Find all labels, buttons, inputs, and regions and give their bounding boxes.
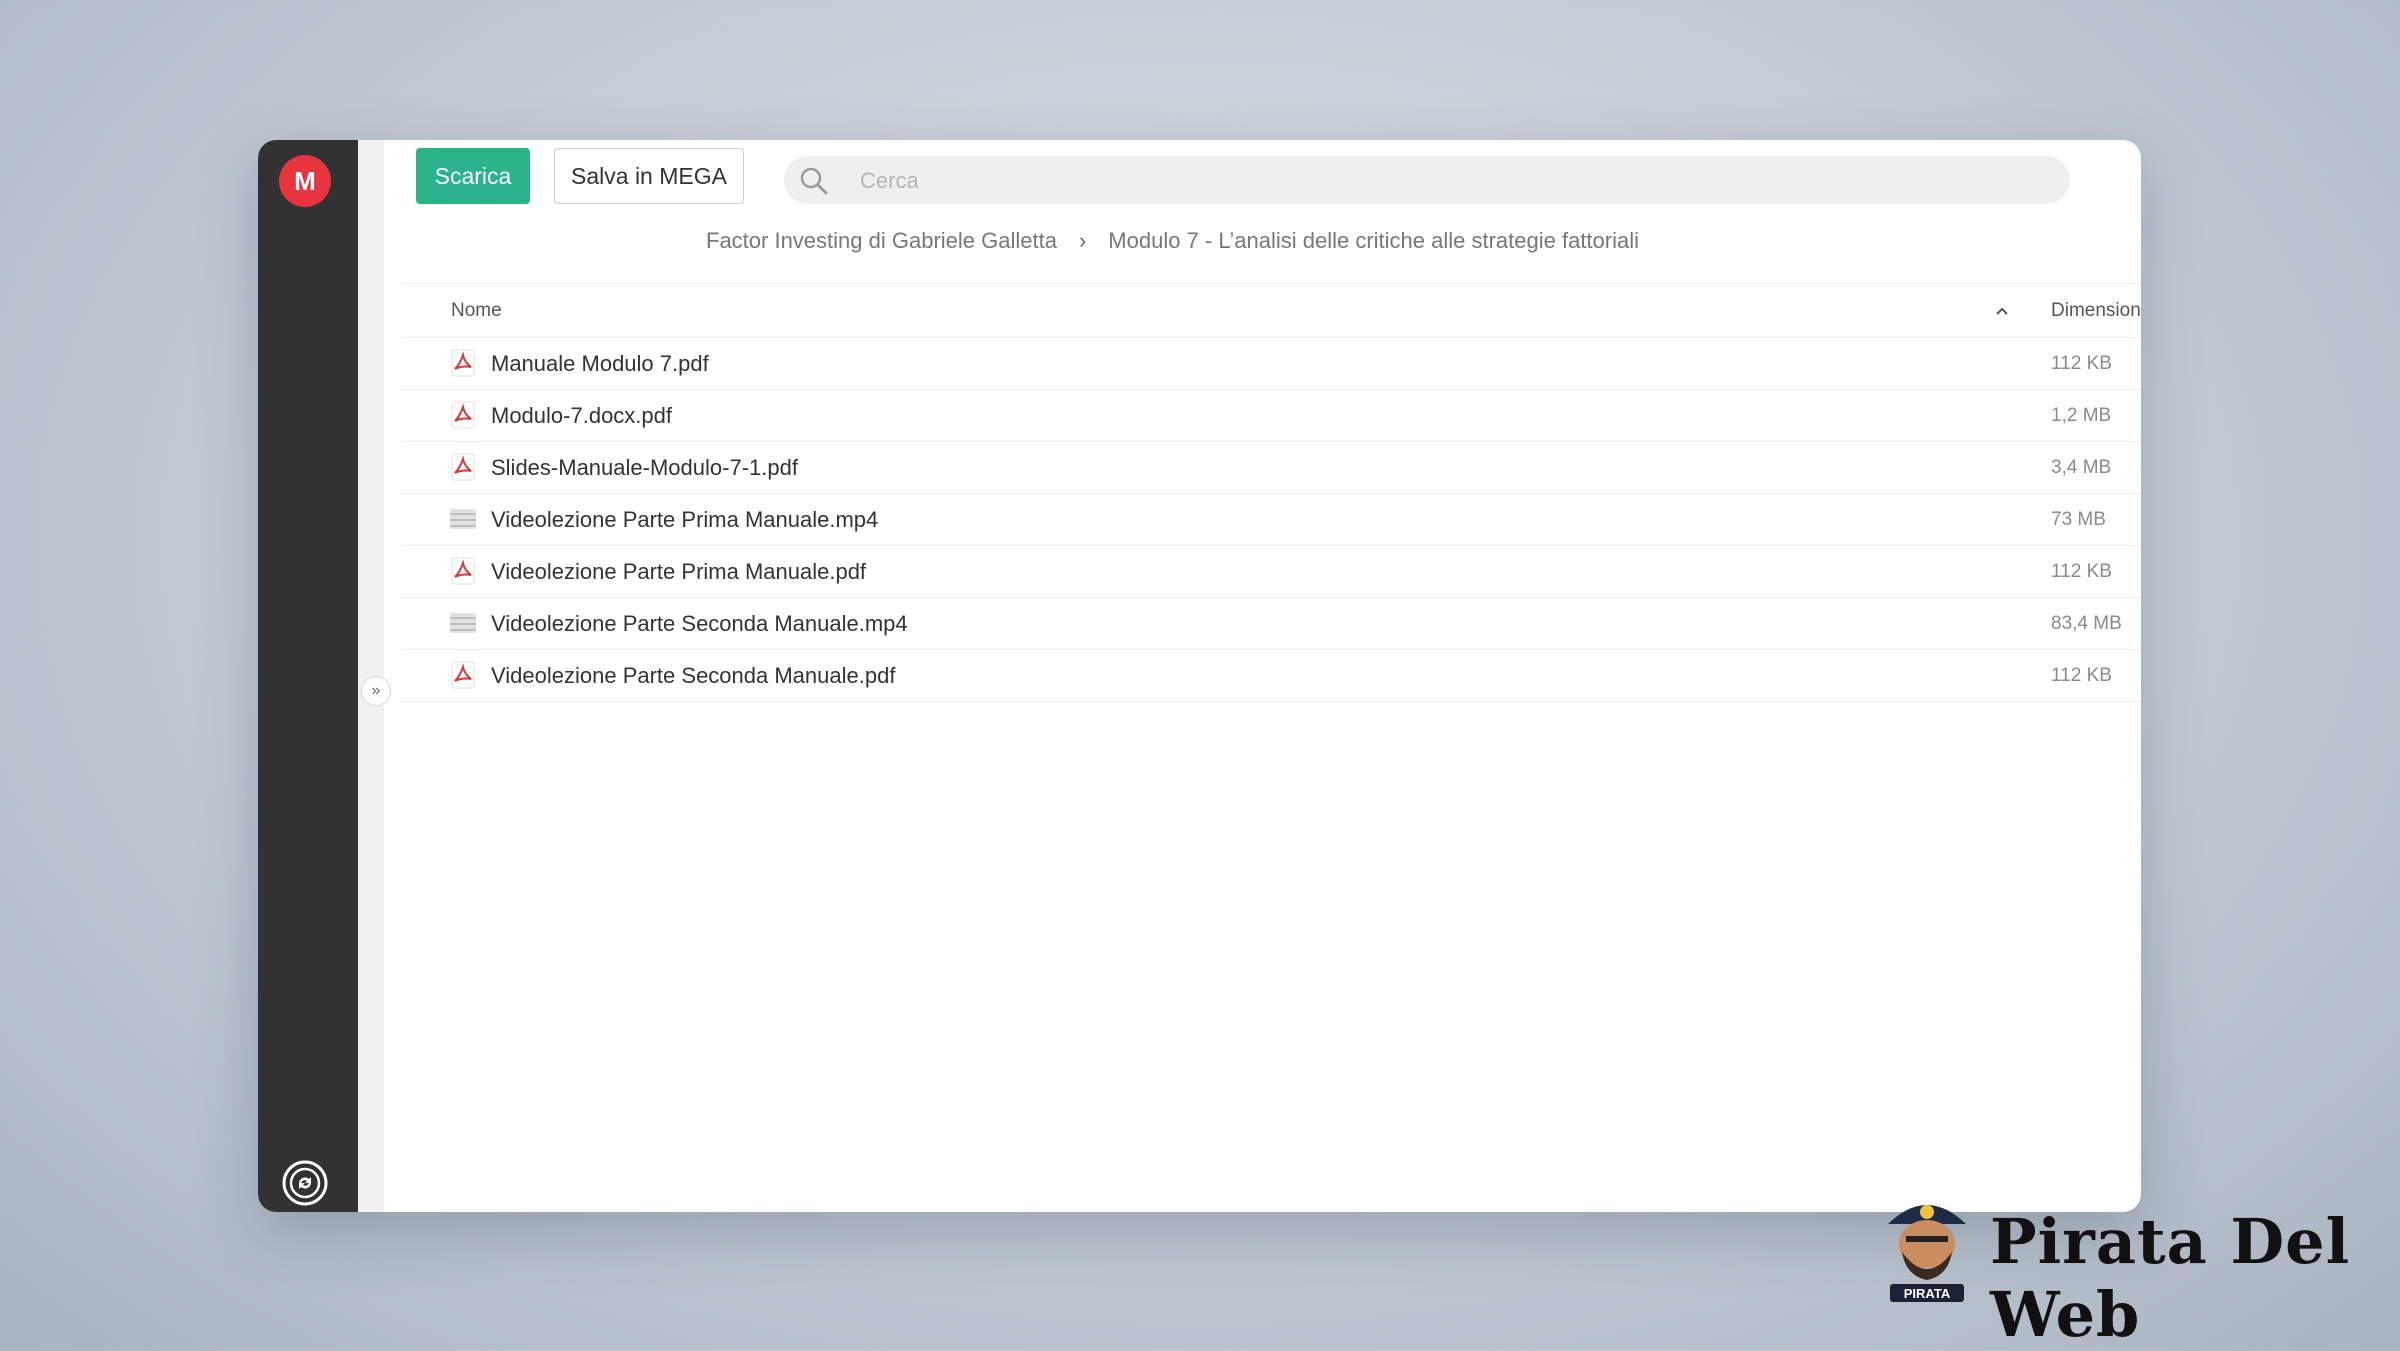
breadcrumb: Factor Investing di Gabriele Galletta › …	[706, 224, 1639, 258]
mega-logo-icon[interactable]: M	[279, 155, 331, 207]
file-name[interactable]: Modulo-7.docx.pdf	[491, 390, 672, 441]
file-name[interactable]: Videolezione Parte Prima Manuale.pdf	[491, 546, 866, 597]
file-name[interactable]: Videolezione Parte Seconda Manuale.pdf	[491, 650, 895, 701]
file-list: Nome Dimensione Tipo Manuale Modulo 7.pd…	[402, 283, 2141, 702]
search-icon	[798, 165, 830, 197]
file-size: 1,2 MB	[2051, 405, 2112, 426]
brand-name: Pirata Del Web	[1990, 1205, 2351, 1351]
file-size: 112 KB	[2051, 353, 2112, 374]
file-name[interactable]: Manuale Modulo 7.pdf	[491, 338, 709, 389]
file-row[interactable]: Videolezione Parte Seconda Manuale.mp4 83…	[402, 598, 2141, 650]
file-row[interactable]: Slides-Manuale-Modulo-7-1.pdf3,4 MBDocum…	[402, 442, 2141, 494]
svg-text:PIRATA: PIRATA	[1904, 1286, 1951, 1301]
file-size: 112 KB	[2051, 665, 2112, 686]
file-size: 3,4 MB	[2051, 457, 2112, 478]
file-name[interactable]: Slides-Manuale-Modulo-7-1.pdf	[491, 442, 798, 493]
column-header-size[interactable]: Dimensione	[2051, 284, 2141, 337]
pdf-icon	[450, 401, 476, 429]
file-row[interactable]: Manuale Modulo 7.pdf112 KBDocumento PDF	[402, 338, 2141, 390]
file-size: 73 MB	[2051, 509, 2106, 530]
download-button[interactable]: Scarica	[416, 148, 530, 204]
file-row[interactable]: Videolezione Parte Prima Manuale.pdf 112 …	[402, 546, 2141, 598]
breadcrumb-root[interactable]: Factor Investing di Gabriele Galletta	[706, 228, 1057, 254]
file-row[interactable]: Modulo-7.docx.pdf1,2 MBDocumento PDF	[402, 390, 2141, 442]
column-header-name[interactable]: Nome	[451, 284, 502, 337]
search-bar[interactable]	[784, 156, 2070, 206]
main-panel: Scarica Salva in MEGA Factor Investing d…	[384, 140, 2141, 1212]
pdf-icon	[450, 557, 476, 585]
file-name[interactable]: Videolezione Parte Seconda Manuale.mp4	[491, 598, 908, 649]
pirate-mascot-logo: PIRATA	[1878, 1186, 1976, 1304]
svg-text:M: M	[294, 169, 316, 193]
file-size: 112 KB	[2051, 561, 2112, 582]
search-input[interactable]	[858, 156, 2042, 206]
breadcrumb-current: Modulo 7 - L’analisi delle critiche alle…	[1108, 228, 1639, 253]
mega-window: M » Scarica Salva in MEGA Facto	[258, 140, 2141, 1212]
save-to-mega-button[interactable]: Salva in MEGA	[554, 148, 744, 204]
file-size: 83,4 MB	[2051, 613, 2122, 634]
chevron-right-icon: ›	[1078, 228, 1087, 253]
pdf-icon	[450, 661, 476, 689]
video-icon	[450, 505, 476, 533]
list-header: Nome Dimensione Tipo	[402, 283, 2141, 338]
file-row[interactable]: Videolezione Parte Seconda Manuale.pdf 11…	[402, 650, 2141, 702]
video-icon	[450, 609, 476, 637]
sidebar: M	[258, 140, 358, 1212]
file-row[interactable]: Videolezione Parte Prima Manuale.mp4 73 M…	[402, 494, 2141, 546]
pdf-icon	[450, 453, 476, 481]
file-name[interactable]: Videolezione Parte Prima Manuale.mp4	[491, 494, 878, 545]
pdf-icon	[450, 349, 476, 377]
sync-icon[interactable]	[282, 1160, 328, 1206]
